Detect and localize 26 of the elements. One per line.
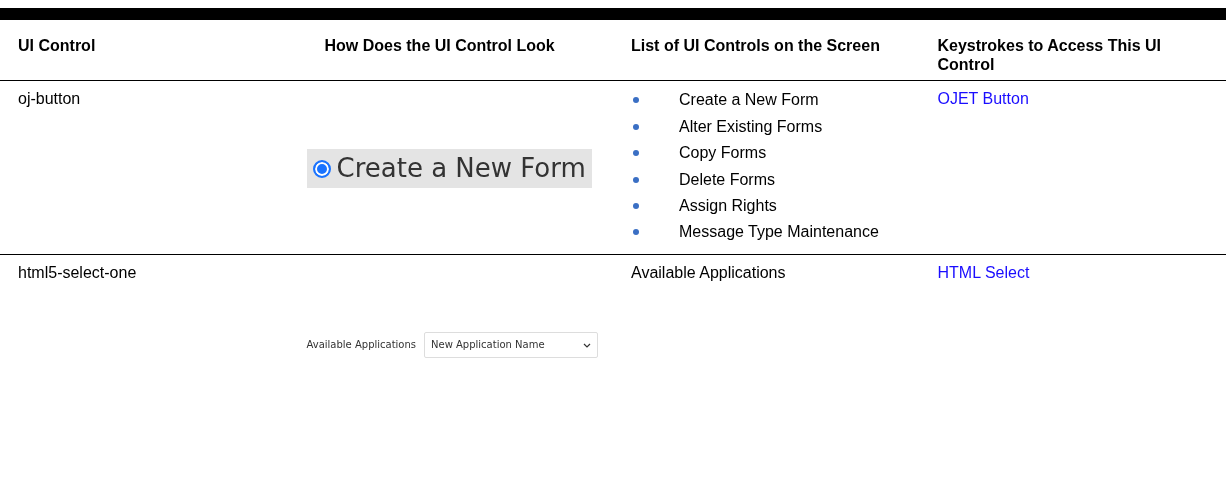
column-header: Keystrokes to Access This UI Control xyxy=(937,36,1162,75)
list-item: Assign Rights xyxy=(679,195,777,216)
bullet-icon xyxy=(633,176,639,183)
bullet-icon xyxy=(633,202,639,209)
radio-icon[interactable] xyxy=(312,159,331,178)
bullet-icon xyxy=(633,123,639,130)
bullet-icon xyxy=(633,97,639,104)
list-item: Create a New Form xyxy=(679,90,819,111)
select-field[interactable]: New Application Name xyxy=(424,332,599,359)
table-cell: oj-button xyxy=(18,90,81,108)
link[interactable]: HTML Select xyxy=(937,263,1030,281)
bullet-icon xyxy=(633,150,639,157)
list-item: Delete Forms xyxy=(679,169,776,190)
list-item: Alter Existing Forms xyxy=(679,116,823,137)
table-cell: Available Applications xyxy=(631,263,786,281)
list-item: Copy Forms xyxy=(679,143,767,164)
radio-option[interactable]: Create a New Form xyxy=(306,148,592,189)
column-header: How Does the UI Control Look xyxy=(324,36,556,56)
table-cell: html5-select-one xyxy=(18,263,137,281)
column-header: UI Control xyxy=(18,36,97,56)
list-item: Message Type Maintenance xyxy=(679,222,879,243)
link[interactable]: OJET Button xyxy=(937,90,1029,108)
column-header: List of UI Controls on the Screen xyxy=(631,36,881,56)
field-label: Available Applications xyxy=(306,339,417,352)
chevron-down-icon xyxy=(583,342,592,348)
bullet-icon xyxy=(633,229,639,236)
